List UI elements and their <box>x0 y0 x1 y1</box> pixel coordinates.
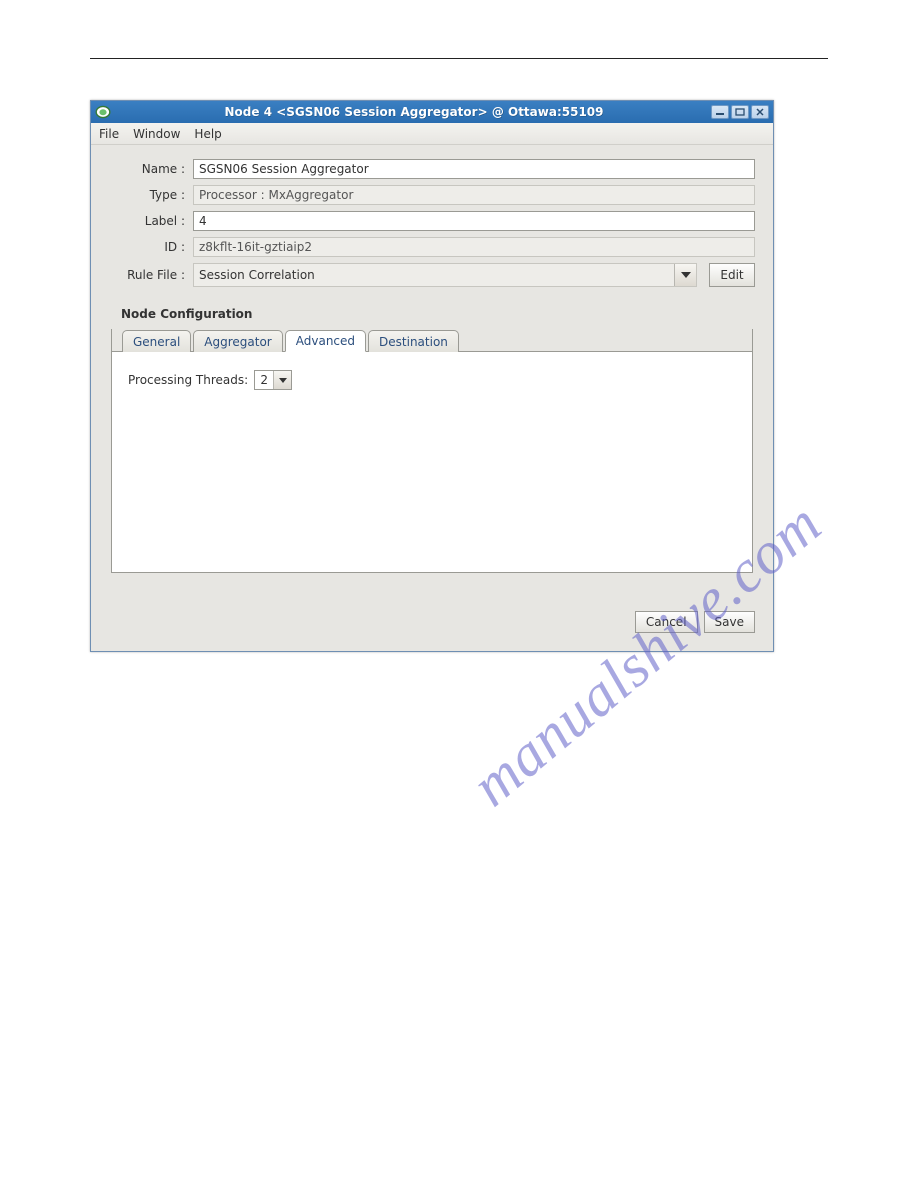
window-body: Name : SGSN06 Session Aggregator Type : … <box>91 145 773 651</box>
menubar: File Window Help <box>91 123 773 145</box>
label-field[interactable]: 4 <box>193 211 755 231</box>
app-window: Node 4 <SGSN06 Session Aggregator> @ Ott… <box>90 100 774 652</box>
id-field: z8kflt-16it-gztiaip2 <box>193 237 755 257</box>
dialog-buttons: Cancel Save <box>109 611 755 633</box>
rulefile-dropdown-button[interactable] <box>674 264 696 286</box>
threads-label: Processing Threads: <box>128 373 248 387</box>
threads-combo[interactable]: 2 <box>254 370 292 390</box>
page: Node 4 <SGSN06 Session Aggregator> @ Ott… <box>0 0 918 1188</box>
menu-window[interactable]: Window <box>133 127 180 141</box>
rulefile-combo[interactable]: Session Correlation <box>193 263 697 287</box>
form-grid: Name : SGSN06 Session Aggregator Type : … <box>109 159 755 287</box>
minimize-button[interactable] <box>711 105 729 119</box>
rulefile-value: Session Correlation <box>194 264 674 286</box>
threads-value: 2 <box>255 371 273 389</box>
type-field: Processor : MxAggregator <box>193 185 755 205</box>
close-button[interactable] <box>751 105 769 119</box>
name-label: Name : <box>109 162 187 176</box>
rulefile-label: Rule File : <box>109 268 187 282</box>
menu-file[interactable]: File <box>99 127 119 141</box>
node-config-title: Node Configuration <box>121 307 755 321</box>
type-label: Type : <box>109 188 187 202</box>
tab-destination[interactable]: Destination <box>368 330 459 352</box>
tab-aggregator[interactable]: Aggregator <box>193 330 282 352</box>
chevron-down-icon <box>279 378 287 383</box>
maximize-button[interactable] <box>731 105 749 119</box>
tab-panel-advanced: Processing Threads: 2 <box>112 352 752 572</box>
menu-help[interactable]: Help <box>194 127 221 141</box>
chevron-down-icon <box>681 272 691 278</box>
id-label: ID : <box>109 240 187 254</box>
save-button[interactable]: Save <box>704 611 755 633</box>
name-field[interactable]: SGSN06 Session Aggregator <box>193 159 755 179</box>
threads-row: Processing Threads: 2 <box>128 370 736 390</box>
edit-button[interactable]: Edit <box>709 263 755 287</box>
window-title: Node 4 <SGSN06 Session Aggregator> @ Ott… <box>117 105 711 119</box>
tab-advanced[interactable]: Advanced <box>285 330 366 352</box>
app-icon <box>95 105 111 119</box>
page-divider <box>90 58 828 59</box>
tabset: General Aggregator Advanced Destination … <box>111 329 753 573</box>
threads-dropdown-button[interactable] <box>273 371 291 389</box>
titlebar-buttons <box>711 105 769 119</box>
tabstrip: General Aggregator Advanced Destination <box>112 329 752 352</box>
titlebar[interactable]: Node 4 <SGSN06 Session Aggregator> @ Ott… <box>91 101 773 123</box>
tab-general[interactable]: General <box>122 330 191 352</box>
label-label: Label : <box>109 214 187 228</box>
cancel-button[interactable]: Cancel <box>635 611 698 633</box>
